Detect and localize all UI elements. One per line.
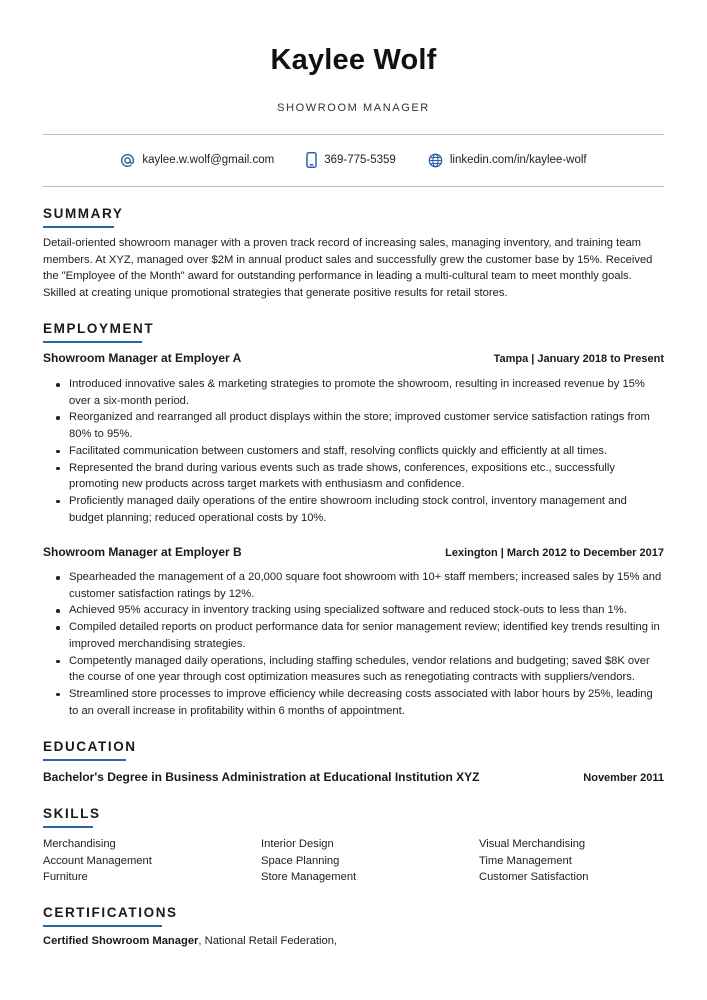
list-item: Competently managed daily operations, in…	[56, 653, 664, 686]
job-entry-b-header: Showroom Manager at Employer B Lexington…	[43, 545, 664, 559]
list-item: Streamlined store processes to improve e…	[56, 686, 664, 719]
header-divider-bottom	[43, 186, 664, 187]
skill-item: Store Management	[261, 871, 357, 884]
job-title: Showroom Manager at Employer B	[43, 545, 242, 559]
education-heading-underline	[43, 759, 126, 761]
summary-text: Detail-oriented showroom manager with a …	[43, 237, 653, 300]
globe-icon	[428, 153, 443, 168]
job-b-bullets: Spearheaded the management of a 20,000 s…	[56, 569, 664, 719]
contact-linkedin[interactable]: linkedin.com/in/kaylee-wolf	[428, 153, 587, 168]
summary-heading: SUMMARY	[43, 206, 124, 221]
summary-heading-underline	[43, 226, 114, 228]
skills-heading: SKILLS	[43, 806, 101, 821]
list-item: Spearheaded the management of a 20,000 s…	[56, 569, 664, 602]
skill-item: Time Management	[479, 854, 572, 867]
skills-grid: Merchandising Interior Design Visual Mer…	[43, 836, 664, 886]
certification-entry: Certified Showroom Manager, National Ret…	[43, 935, 337, 947]
skills-heading-underline	[43, 826, 93, 828]
list-item: Represented the brand during various eve…	[56, 460, 664, 493]
skill-item: Customer Satisfaction	[479, 871, 589, 884]
phone-icon	[306, 152, 317, 168]
employment-heading-underline	[43, 341, 142, 343]
list-item: Introduced innovative sales & marketing …	[56, 376, 664, 409]
certifications-heading-underline	[43, 925, 162, 927]
contact-phone[interactable]: 369-775-5359	[306, 152, 396, 168]
skill-item: Space Planning	[261, 854, 340, 867]
job-entry-a-header: Showroom Manager at Employer A Tampa | J…	[43, 351, 664, 365]
job-title-header: SHOWROOM MANAGER	[277, 102, 430, 114]
phone-text: 369-775-5359	[324, 154, 396, 166]
education-entry: Bachelor's Degree in Business Administra…	[43, 770, 664, 784]
skill-item: Furniture	[43, 871, 88, 884]
skill-item: Visual Merchandising	[479, 838, 586, 850]
at-sign-icon	[120, 153, 135, 168]
contact-email[interactable]: kaylee.w.wolf@gmail.com	[120, 153, 274, 168]
degree: Bachelor's Degree in Business Administra…	[43, 770, 480, 784]
job-title: Showroom Manager at Employer A	[43, 351, 242, 365]
job-a-bullets: Introduced innovative sales & marketing …	[56, 376, 664, 526]
list-item: Reorganized and rearranged all product d…	[56, 409, 664, 442]
education-heading: EDUCATION	[43, 739, 137, 754]
list-item: Compiled detailed reports on product per…	[56, 619, 664, 652]
job-location-dates: Tampa | January 2018 to Present	[493, 353, 664, 365]
certification-name: Certified Showroom Manager	[43, 935, 199, 947]
skill-item: Interior Design	[261, 838, 334, 850]
list-item: Proficiently managed daily operations of…	[56, 493, 664, 526]
linkedin-text: linkedin.com/in/kaylee-wolf	[449, 154, 587, 166]
contact-bar: kaylee.w.wolf@gmail.com 369-775-5359 lin…	[43, 150, 664, 170]
graduation-date: November 2011	[583, 772, 664, 784]
skill-item: Merchandising	[43, 838, 116, 850]
email-text: kaylee.w.wolf@gmail.com	[142, 154, 275, 166]
header-divider-top	[43, 134, 664, 135]
candidate-name: Kaylee Wolf	[270, 44, 437, 76]
employment-heading: EMPLOYMENT	[43, 321, 155, 336]
certifications-heading: CERTIFICATIONS	[43, 905, 178, 920]
skill-item: Account Management	[43, 854, 152, 867]
list-item: Achieved 95% accuracy in inventory track…	[56, 602, 664, 619]
job-location-dates: Lexington | March 2012 to December 2017	[445, 547, 664, 559]
certification-issuer: , National Retail Federation,	[198, 935, 338, 947]
list-item: Facilitated communication between custom…	[56, 443, 664, 460]
